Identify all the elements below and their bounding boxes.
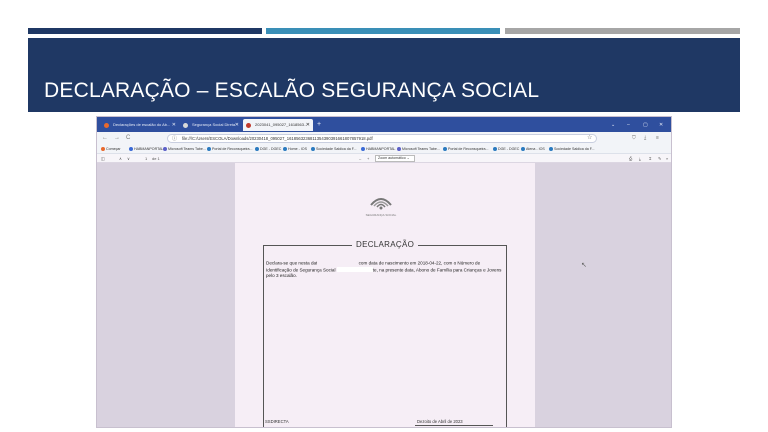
new-tab-button[interactable]: +	[317, 119, 321, 131]
bookmark-item[interactable]: Sociedade Saldica da F...	[549, 145, 595, 154]
signature-line	[415, 425, 493, 426]
reload-icon[interactable]: C	[126, 133, 130, 144]
bookmarks-bar: Começar HABMANPORTAL Microsoft Teams Tab…	[97, 145, 671, 154]
declaration-frame: DECLARAÇÃO Declara-se que nesta dat com …	[263, 240, 507, 427]
zoom-out-button[interactable]: –	[359, 154, 361, 163]
tab-pdf[interactable]: 2023041_095027_1618563... ✕	[243, 119, 313, 131]
page-total: de 1	[152, 156, 160, 161]
tab-bar: Declarações de escalão do Ab... ✕ Segura…	[97, 117, 671, 132]
close-icon[interactable]: ✕	[306, 119, 310, 131]
page-number-input[interactable]: 1	[145, 154, 147, 163]
declaration-body: Declara-se que nesta dat com data de nas…	[266, 260, 502, 278]
footer-date: Dezoito de Abril de 2023	[417, 419, 463, 424]
close-window-icon[interactable]: ✕	[659, 119, 663, 131]
firefox-icon	[104, 123, 109, 128]
prev-page-icon[interactable]: ∧	[119, 154, 122, 163]
bookmark-item[interactable]: Microsoft Teams Tabe...	[397, 145, 440, 154]
tab-seguranca-social[interactable]: Segurança Social Direta ✕	[180, 119, 242, 131]
ss-icon	[183, 123, 188, 128]
bookmark-item[interactable]: DGE - DGEC	[493, 145, 519, 154]
minimize-icon[interactable]: –	[627, 119, 630, 131]
bookmark-item[interactable]: Portal de Reconsqueira...	[207, 145, 253, 154]
shield-icon[interactable]: ⛉	[632, 133, 636, 144]
redacted-area	[336, 266, 373, 272]
tab-label: 2023041_095027_1618563...	[255, 122, 308, 127]
accent-bar-gray	[505, 28, 740, 34]
pdf-page: SEGURANÇA SOCIAL DECLARAÇÃO Declara-se q…	[235, 163, 535, 427]
nav-bar: ← → C ⓘ file:///C:/Users/ESCOLA/Download…	[97, 132, 671, 145]
declaration-heading: DECLARAÇÃO	[352, 240, 419, 249]
tab-declaracoes[interactable]: Declarações de escalão do Ab... ✕	[101, 119, 179, 131]
bookmark-item[interactable]: Sociedade Saldica da F...	[311, 145, 357, 154]
accent-bar-dark-blue	[28, 28, 262, 34]
bookmark-star-icon[interactable]: ☆	[587, 133, 592, 144]
sidebar-toggle-icon[interactable]: ◫	[101, 154, 105, 163]
more-tools-icon[interactable]: »	[666, 154, 668, 163]
browser-screenshot: Declarações de escalão do Ab... ✕ Segura…	[96, 116, 672, 428]
url-bar[interactable]: ⓘ file:///C:/Users/ESCOLA/Downloads/2023…	[167, 134, 597, 143]
tab-label: Declarações de escalão do Ab...	[113, 122, 171, 127]
bookmark-item[interactable]: Portal de Reconsqueira...	[443, 145, 489, 154]
close-icon[interactable]: ✕	[172, 119, 176, 131]
back-icon[interactable]: ←	[102, 133, 108, 144]
next-page-icon[interactable]: ∨	[127, 154, 130, 163]
redacted-area	[317, 260, 358, 265]
footer-issuer: SSDIRECTA	[265, 419, 289, 424]
accent-bar-blue	[266, 28, 500, 34]
slide: DECLARAÇÃO – ESCALÃO SEGURANÇA SOCIAL De…	[0, 0, 768, 432]
mouse-cursor-icon: ↖	[581, 262, 587, 269]
pdf-icon	[246, 123, 251, 128]
bookmark-item[interactable]: DGE - DGEC	[255, 145, 281, 154]
list-tabs-icon[interactable]: ⌄	[611, 119, 615, 131]
menu-icon[interactable]: ≡	[656, 133, 659, 144]
download-icon[interactable]: ⤓	[644, 133, 646, 144]
close-icon[interactable]: ✕	[235, 119, 239, 131]
bookmark-item[interactable]: HABMANPORTAL	[129, 145, 163, 154]
print-icon[interactable]: ⎙	[629, 154, 632, 163]
text-tool-icon[interactable]: Ɪ	[649, 154, 651, 163]
save-icon[interactable]: ⤓	[639, 154, 641, 163]
pdf-toolbar: ◫ ∧ ∨ 1 de 1 – + Zoom automático ⌄ ⎙ ⤓ Ɪ…	[97, 154, 671, 163]
draw-icon[interactable]: ✎	[658, 154, 661, 163]
bookmark-item[interactable]: Começar	[101, 145, 121, 154]
bookmark-item[interactable]: Home - IOS	[283, 145, 307, 154]
url-text: file:///C:/Users/ESCOLA/Downloads/202304…	[182, 136, 373, 141]
lock-icon: ⓘ	[172, 136, 178, 142]
bookmark-item[interactable]: HABMANPORTAL	[361, 145, 395, 154]
bookmark-item[interactable]: Microsoft Teams Tabe...	[163, 145, 206, 154]
zoom-select[interactable]: Zoom automático ⌄	[375, 155, 415, 162]
forward-icon[interactable]: →	[114, 133, 120, 144]
zoom-in-button[interactable]: +	[367, 154, 369, 163]
tab-label: Segurança Social Direta	[192, 122, 236, 127]
logo-caption: SEGURANÇA SOCIAL	[365, 213, 397, 217]
seguranca-social-logo	[370, 198, 392, 210]
bookmark-item[interactable]: Atena - IOS	[521, 145, 545, 154]
maximize-icon[interactable]: ▢	[643, 119, 648, 131]
slide-title: DECLARAÇÃO – ESCALÃO SEGURANÇA SOCIAL	[44, 79, 540, 102]
